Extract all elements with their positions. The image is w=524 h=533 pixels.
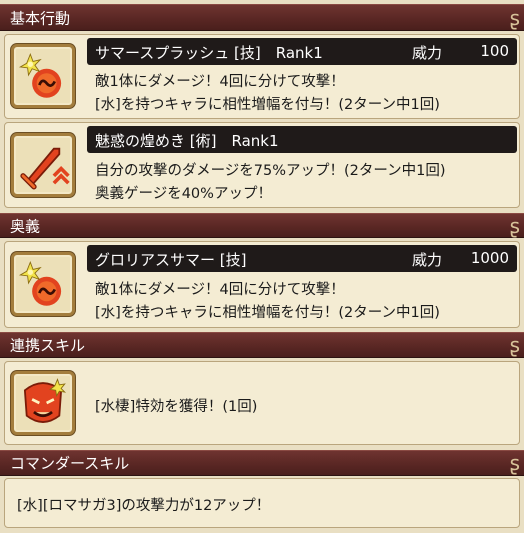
skill-card-miwaku[interactable]: 魅惑の煌めき [術] Rank1 自分の攻撃のダメージを75%アップ！(2ターン… [4, 122, 520, 208]
section-title: 連携スキル [10, 336, 86, 355]
skill-card-summer-splash[interactable]: サマースプラッシュ [技] Rank1 威力 100 敵1体にダメージ！4回に分… [4, 34, 520, 119]
skill-desc-line1: 敵1体にダメージ！4回に分けて攻撃！ [95, 74, 345, 90]
skill-desc-line1: 自分の攻撃のダメージを75%アップ！(2ターン中1回) [95, 163, 446, 179]
skill-desc-line1: [水棲]特効を獲得！(1回) [95, 399, 258, 415]
commander-skill-desc: [水][ロマサガ3]の攻撃力が12アップ！ [17, 498, 271, 514]
section-header-renkei: 連携スキル ʂ [0, 332, 524, 358]
power-value: 1000 [470, 249, 509, 267]
commander-skill-card[interactable]: [水][ロマサガ3]の攻撃力が12アップ！ [4, 478, 520, 528]
water-burst-icon [11, 252, 75, 316]
section-title: 奥義 [10, 217, 41, 235]
skill-card-glorious-summer[interactable]: グロリアスサマー [技] 威力 1000 敵1体にダメージ！4回に分けて攻撃！ … [4, 241, 520, 328]
power-label: 威力 [412, 251, 443, 269]
section-title: コマンダースキル [10, 454, 130, 473]
sword-buff-icon [11, 133, 75, 197]
flourish-icon: ʂ [509, 5, 520, 30]
section-header-commander: コマンダースキル ʂ [0, 450, 524, 476]
flourish-icon: ʂ [509, 333, 520, 357]
flourish-icon: ʂ [509, 451, 520, 475]
demon-face-icon [11, 371, 75, 435]
power-value: 100 [480, 42, 509, 60]
skill-desc-line2: [水]を持つキャラに相性増幅を付与！(2ターン中1回) [95, 97, 440, 113]
skill-title-bar: 魅惑の煌めき [術] Rank1 [87, 126, 517, 153]
skill-title-bar: グロリアスサマー [技] 威力 1000 [87, 245, 517, 272]
skill-desc-line1: 敵1体にダメージ！4回に分けて攻撃！ [95, 282, 345, 298]
skill-title-bar: サマースプラッシュ [技] Rank1 威力 100 [87, 38, 517, 65]
flourish-icon: ʂ [509, 213, 520, 238]
skill-name: 魅惑の煌めき [術] Rank1 [95, 132, 279, 150]
section-header-ougi: 奥義 ʂ [0, 213, 524, 238]
power-label: 威力 [412, 44, 443, 62]
section-title: 基本行動 [10, 9, 71, 27]
water-burst-icon [11, 44, 75, 108]
skill-name: グロリアスサマー [技] [95, 251, 247, 269]
skill-name: サマースプラッシュ [技] Rank1 [95, 44, 323, 62]
skill-desc-line2: 奥義ゲージを40%アップ！ [95, 186, 272, 202]
section-header-basic: 基本行動 ʂ [0, 4, 524, 31]
skill-desc-line2: [水]を持つキャラに相性増幅を付与！(2ターン中1回) [95, 305, 440, 321]
skill-card-renkei[interactable]: [水棲]特効を獲得！(1回) [4, 361, 520, 445]
